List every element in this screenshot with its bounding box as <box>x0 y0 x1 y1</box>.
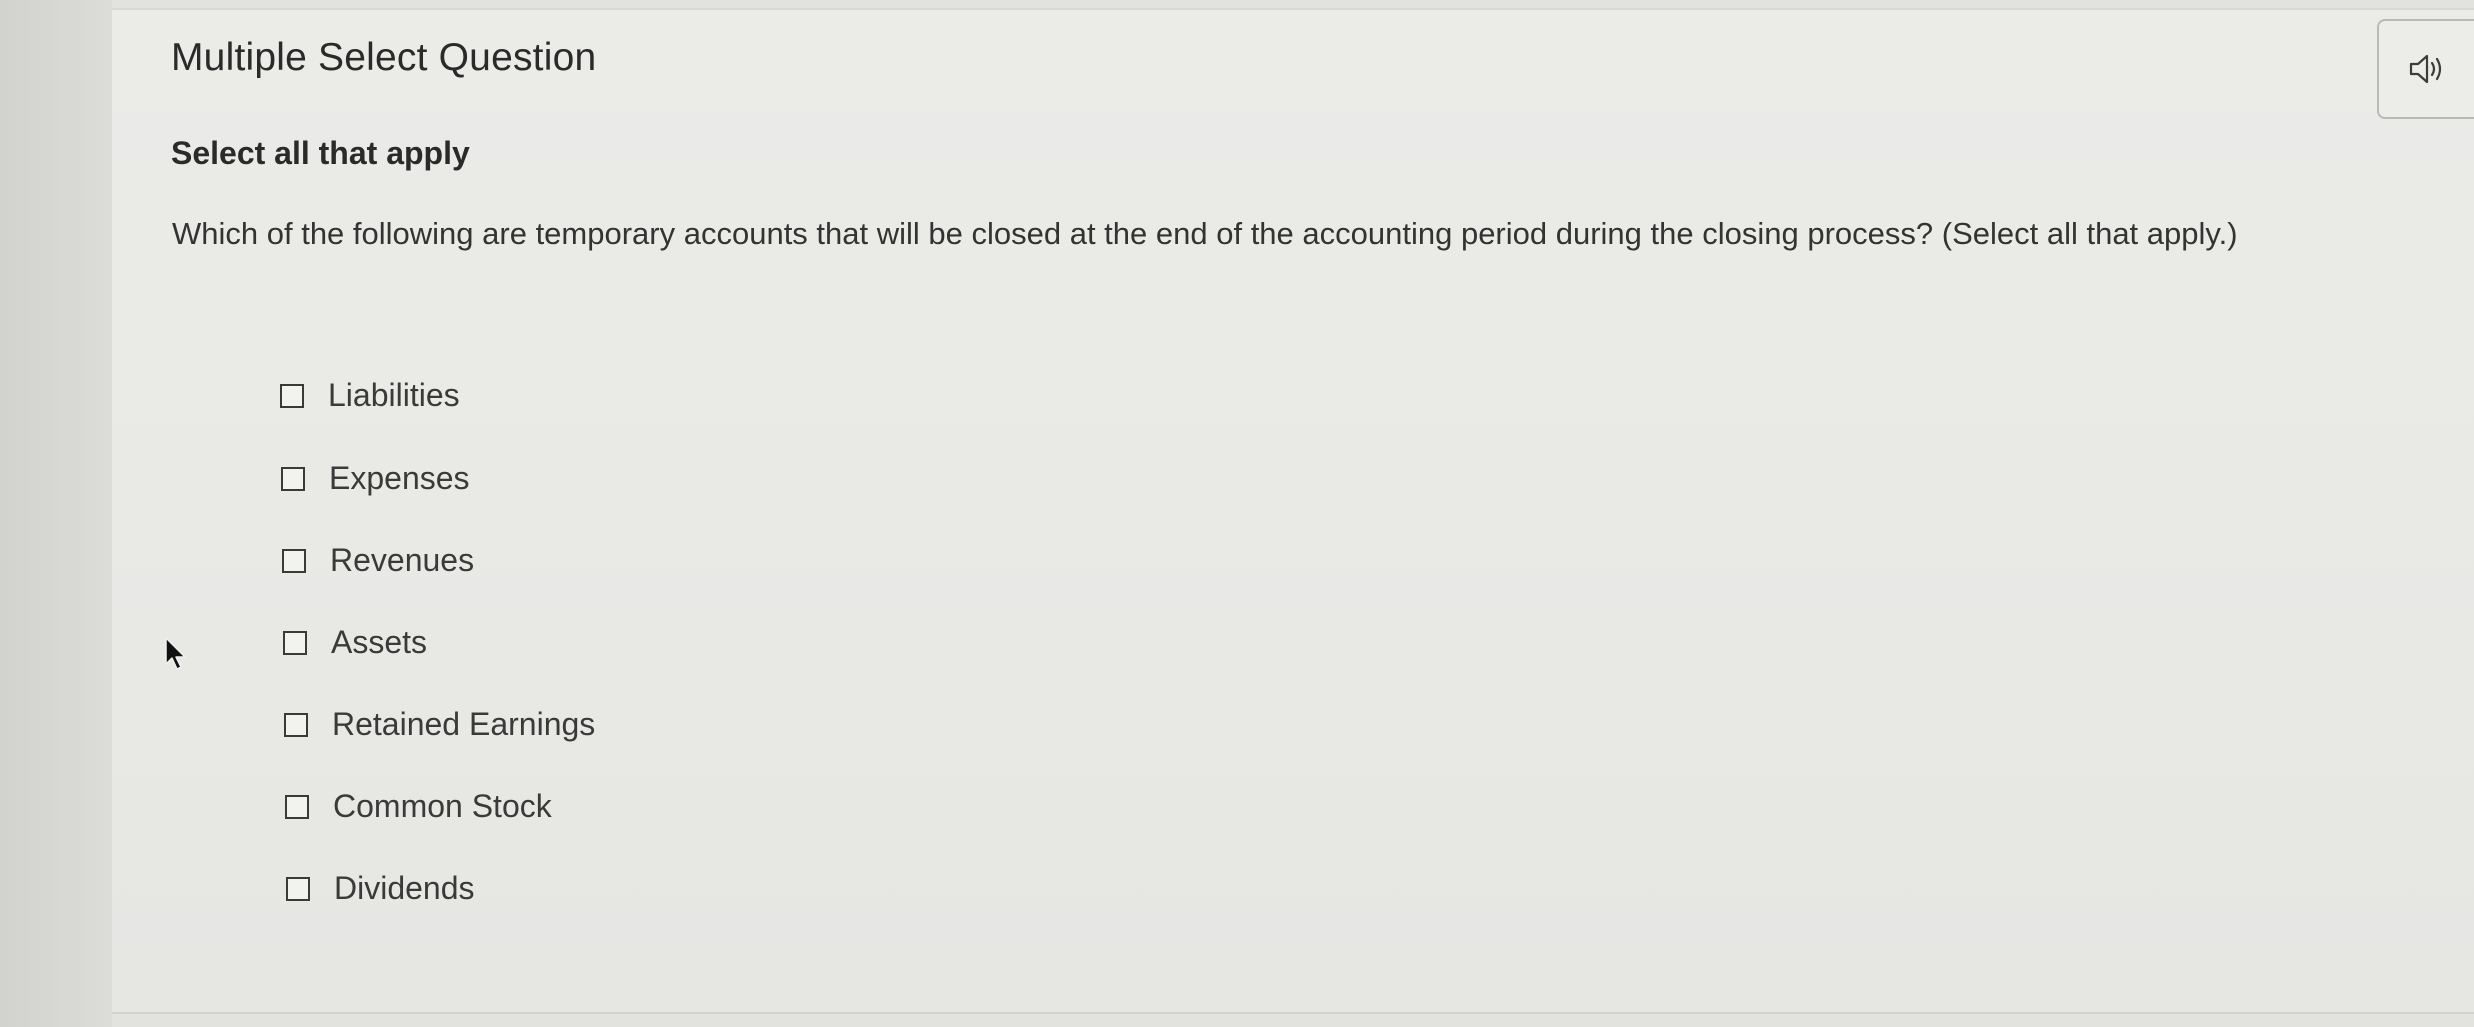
checkbox[interactable] <box>282 548 306 573</box>
option-liabilities[interactable]: Liabilities <box>280 377 460 414</box>
checkbox[interactable] <box>280 383 304 408</box>
option-common-stock[interactable]: Common Stock <box>285 788 552 825</box>
option-retained-earnings[interactable]: Retained Earnings <box>284 706 595 743</box>
checkbox[interactable] <box>285 794 309 819</box>
option-label: Assets <box>331 624 428 660</box>
option-label: Expenses <box>329 460 470 496</box>
checkbox[interactable] <box>283 630 307 655</box>
option-revenues[interactable]: Revenues <box>282 542 474 579</box>
instructions: Select all that apply <box>171 135 470 171</box>
option-label: Common Stock <box>333 788 552 824</box>
option-label: Retained Earnings <box>332 706 596 742</box>
question-type-title: Multiple Select Question <box>171 36 597 79</box>
left-gutter <box>0 0 112 1027</box>
read-aloud-button[interactable] <box>2377 19 2474 119</box>
option-expenses[interactable]: Expenses <box>281 460 470 497</box>
speaker-icon <box>2409 54 2442 84</box>
option-label: Revenues <box>330 542 475 578</box>
mouse-pointer-icon <box>165 637 186 670</box>
option-assets[interactable]: Assets <box>283 624 427 661</box>
option-label: Liabilities <box>328 377 460 413</box>
checkbox[interactable] <box>281 466 305 491</box>
checkbox[interactable] <box>284 712 308 737</box>
question-text: Which of the following are temporary acc… <box>172 216 2238 251</box>
option-dividends[interactable]: Dividends <box>286 870 475 907</box>
option-label: Dividends <box>334 870 475 906</box>
checkbox[interactable] <box>286 876 310 901</box>
